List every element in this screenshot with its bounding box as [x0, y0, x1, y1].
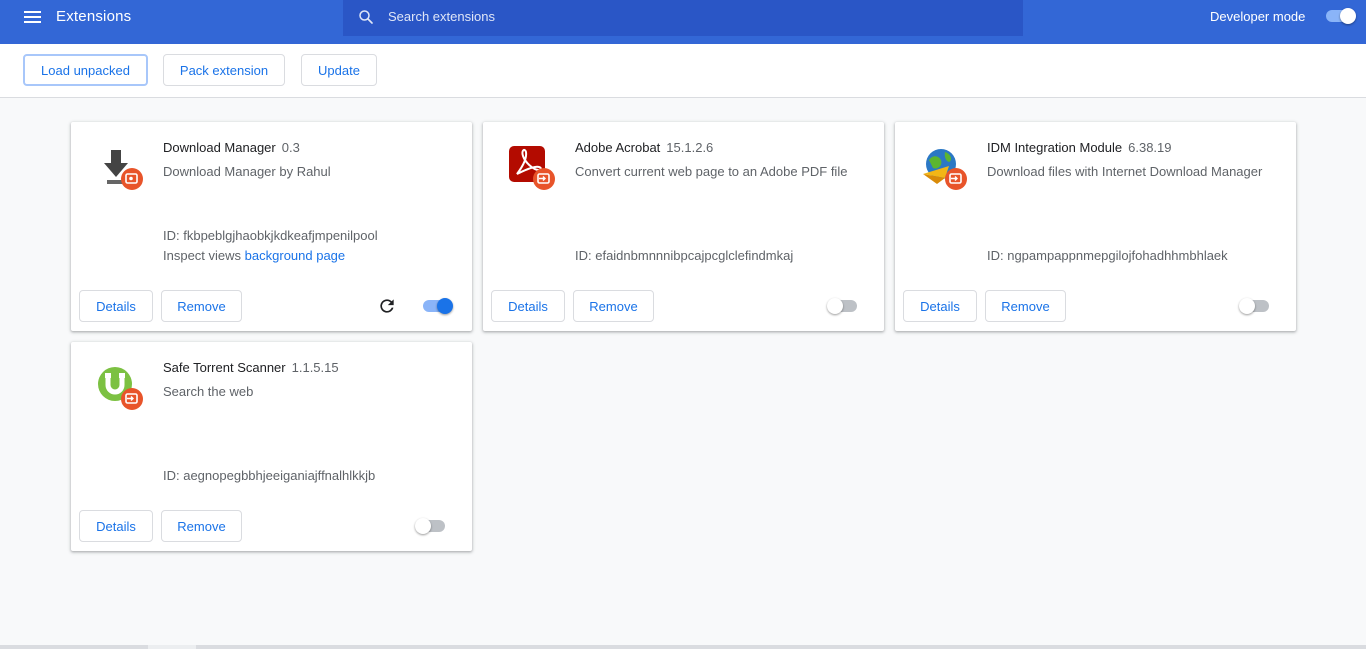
extension-card-safe-torrent-scanner: Safe Torrent Scanner 1.1.5.15 Search the …	[71, 342, 472, 551]
extension-version: 0.3	[281, 140, 300, 155]
remove-button[interactable]: Remove	[573, 290, 654, 322]
extension-version: 1.1.5.15	[291, 360, 339, 375]
torrent-magnet-icon	[98, 367, 143, 410]
scrollbar-thumb[interactable]	[148, 645, 196, 649]
extension-version: 6.38.19	[1128, 140, 1172, 155]
developer-toolbar: Load unpacked Pack extension Update	[0, 44, 1366, 98]
extension-description: Download files with Internet Download Ma…	[987, 164, 1263, 179]
inspect-views-label: Inspect views	[163, 248, 242, 263]
search-icon	[359, 10, 373, 24]
background-page-link[interactable]: background page	[245, 248, 345, 263]
developer-mode-toggle[interactable]	[1322, 8, 1356, 24]
enable-toggle[interactable]	[1239, 298, 1273, 314]
extension-id: ID: ngpampappnmepgilojfohadhhmbhlaek	[987, 248, 1228, 263]
page-title: Extensions	[56, 8, 132, 25]
inspect-views: Inspect views background page	[163, 248, 345, 263]
idm-globe-icon	[923, 149, 967, 190]
adobe-acrobat-icon	[509, 146, 555, 190]
extension-name: Download Manager 0.3	[163, 140, 300, 155]
download-arrow-icon	[104, 150, 143, 190]
extension-id: ID: efaidnbmnnnibpcajpcglclefindmkaj	[575, 248, 794, 263]
extension-version: 15.1.2.6	[666, 140, 714, 155]
extension-card-download-manager: Download Manager 0.3 Download Manager by …	[71, 122, 472, 331]
extension-description: Download Manager by Rahul	[163, 164, 331, 179]
search-input[interactable]	[388, 0, 1008, 32]
enable-toggle[interactable]	[827, 298, 861, 314]
extension-name: Safe Torrent Scanner 1.1.5.15	[163, 360, 339, 375]
extension-card-adobe-acrobat: Adobe Acrobat 15.1.2.6 Convert current we…	[483, 122, 884, 331]
extension-name: Adobe Acrobat 15.1.2.6	[575, 140, 714, 155]
top-bar: Extensions Developer mode	[0, 0, 1366, 44]
details-button[interactable]: Details	[79, 510, 153, 542]
extension-card-idm-integration: IDM Integration Module 6.38.19 Download f…	[895, 122, 1296, 331]
hamburger-menu-icon[interactable]	[24, 9, 44, 27]
search-box[interactable]	[343, 0, 1023, 36]
pack-extension-button[interactable]: Pack extension	[163, 54, 285, 86]
developer-mode-label: Developer mode	[1210, 9, 1306, 24]
details-button[interactable]: Details	[903, 290, 977, 322]
extension-id: ID: aegnopegbbhjeeiganiajffnalhlkkjb	[163, 468, 376, 483]
details-button[interactable]: Details	[79, 290, 153, 322]
extension-description: Convert current web page to an Adobe PDF…	[575, 164, 848, 179]
remove-button[interactable]: Remove	[985, 290, 1066, 322]
extension-description: Search the web	[163, 384, 254, 399]
reload-icon[interactable]	[377, 296, 397, 316]
extension-name: IDM Integration Module 6.38.19	[987, 140, 1172, 155]
enable-toggle[interactable]	[419, 298, 453, 314]
enable-toggle[interactable]	[415, 518, 449, 534]
remove-button[interactable]: Remove	[161, 510, 242, 542]
update-button[interactable]: Update	[301, 54, 377, 86]
remove-button[interactable]: Remove	[161, 290, 242, 322]
load-unpacked-button[interactable]: Load unpacked	[23, 54, 148, 86]
horizontal-scrollbar[interactable]	[0, 645, 1366, 649]
details-button[interactable]: Details	[491, 290, 565, 322]
extension-id: ID: fkbpeblgjhaobkjkdkeafjmpenilpool	[163, 228, 378, 243]
